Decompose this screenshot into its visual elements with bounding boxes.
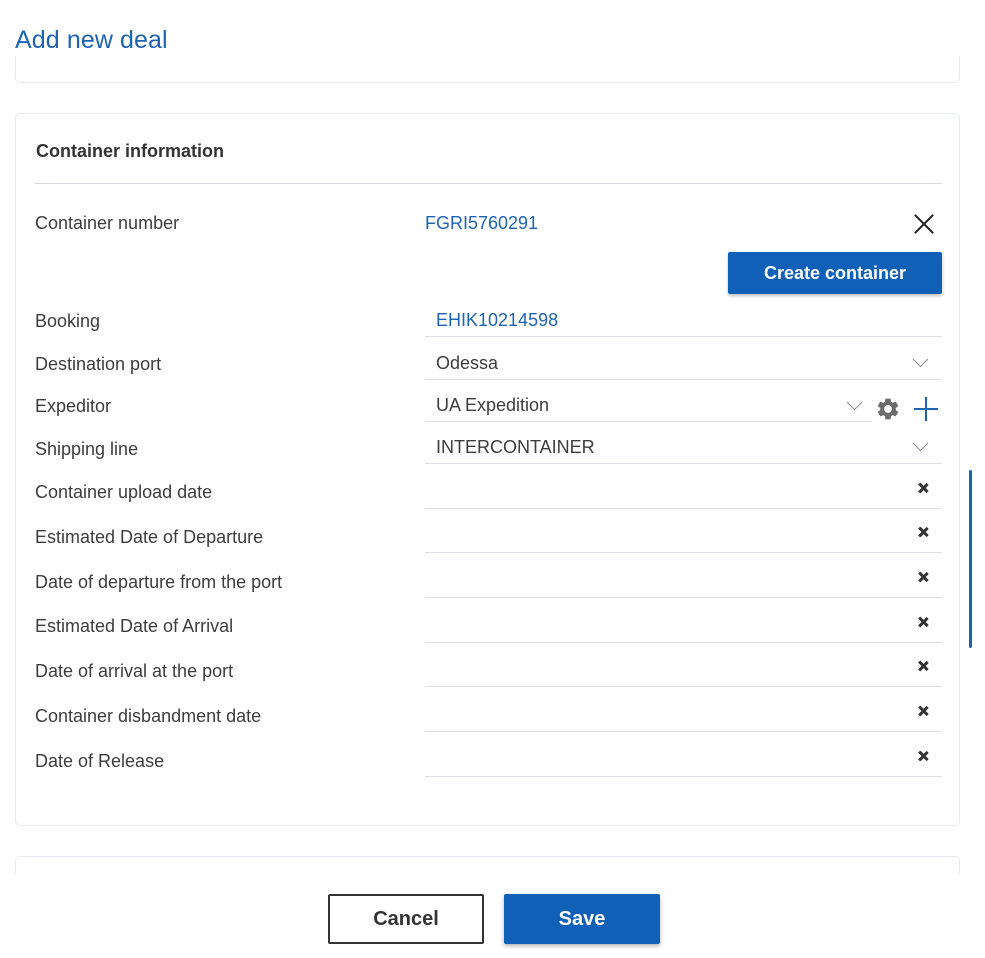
shipping-line-label: Shipping line xyxy=(35,439,139,459)
booking-field[interactable]: EHIK10214598 xyxy=(425,295,942,337)
arrival-at-port-input[interactable] xyxy=(425,643,942,687)
page-title: Add new deal xyxy=(15,26,168,54)
destination-port-select[interactable]: Odessa xyxy=(425,338,942,380)
clear-icon[interactable] xyxy=(917,616,929,628)
chevron-down-icon xyxy=(912,435,929,452)
cancel-button[interactable]: Cancel xyxy=(328,894,484,944)
previous-section-card xyxy=(15,56,960,83)
booking-value[interactable]: EHIK10214598 xyxy=(436,310,558,331)
disbandment-date-input[interactable] xyxy=(425,688,942,732)
chevron-down-icon xyxy=(912,351,929,368)
disbandment-date-label: Container disbandment date xyxy=(35,706,262,726)
container-upload-date-input[interactable] xyxy=(425,465,942,509)
create-container-button[interactable]: Create container xyxy=(728,252,942,294)
estimated-departure-input[interactable] xyxy=(425,509,942,553)
clear-icon[interactable] xyxy=(917,660,929,672)
close-icon[interactable] xyxy=(913,213,935,235)
estimated-arrival-label: Estimated Date of Arrival xyxy=(35,616,234,636)
clear-icon[interactable] xyxy=(917,705,929,717)
container-upload-date-label: Container upload date xyxy=(35,482,213,502)
expeditor-label: Expeditor xyxy=(35,396,112,416)
container-number-link[interactable]: FGRI5760291 xyxy=(425,213,538,234)
clear-icon[interactable] xyxy=(917,571,929,583)
plus-icon[interactable] xyxy=(913,396,939,422)
arrival-at-port-label: Date of arrival at the port xyxy=(35,661,234,681)
destination-port-label: Destination port xyxy=(35,354,162,374)
scrollbar[interactable] xyxy=(969,470,972,648)
departure-from-port-input[interactable] xyxy=(425,554,942,598)
release-date-input[interactable] xyxy=(425,733,942,777)
container-number-label: Container number xyxy=(35,213,180,233)
shipping-line-value: INTERCONTAINER xyxy=(436,437,595,457)
shipping-line-select[interactable]: INTERCONTAINER xyxy=(425,422,942,464)
section-title: Container information xyxy=(36,141,224,161)
release-date-label: Date of Release xyxy=(35,751,165,771)
estimated-arrival-input[interactable] xyxy=(425,599,942,643)
save-button[interactable]: Save xyxy=(504,894,660,944)
estimated-departure-label: Estimated Date of Departure xyxy=(35,527,264,547)
departure-from-port-label: Date of departure from the port xyxy=(35,572,283,592)
clear-icon[interactable] xyxy=(917,750,929,762)
gear-icon[interactable] xyxy=(875,396,901,422)
footer xyxy=(0,873,985,958)
clear-icon[interactable] xyxy=(917,526,929,538)
booking-label: Booking xyxy=(35,311,101,331)
section-divider xyxy=(35,183,942,184)
expeditor-select[interactable]: UA Expedition xyxy=(425,380,872,422)
container-information-card: Container information Container number F… xyxy=(15,113,960,826)
destination-port-value: Odessa xyxy=(436,353,499,373)
chevron-down-icon xyxy=(846,394,863,411)
clear-icon[interactable] xyxy=(917,482,929,494)
expeditor-value: UA Expedition xyxy=(436,395,550,415)
